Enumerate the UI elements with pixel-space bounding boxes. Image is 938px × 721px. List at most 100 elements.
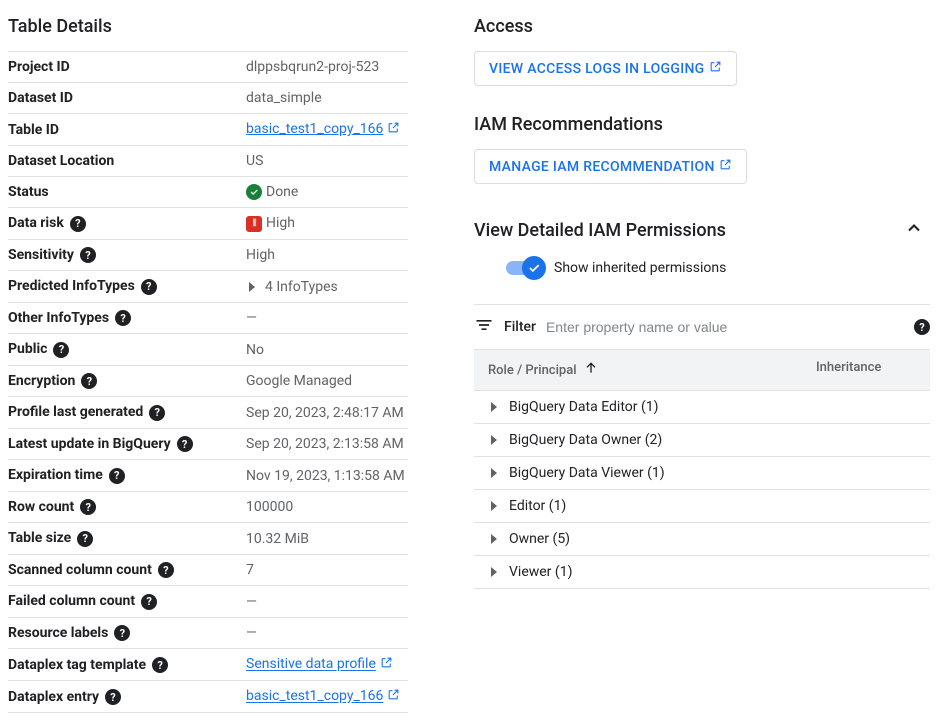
dataset-location-label: Dataset Location [8,153,114,169]
expand-icon[interactable] [491,501,497,511]
help-icon[interactable]: ? [77,531,93,547]
expand-icon[interactable] [491,402,497,412]
other-infotypes-value: — [246,310,257,326]
encryption-value: Google Managed [246,373,352,389]
profile-last-generated-value: Sep 20, 2023, 2:48:17 AM [246,405,404,421]
help-icon[interactable]: ? [105,689,121,705]
expand-icon[interactable] [491,567,497,577]
sensitivity-label: Sensitivity [8,247,74,263]
external-link-icon [387,688,400,705]
role-name: BigQuery Data Viewer (1) [509,465,665,481]
help-icon[interactable]: ? [149,405,165,421]
role-name: Editor (1) [509,498,566,514]
data-risk-label: Data risk [8,215,64,231]
expand-icon[interactable] [491,435,497,445]
filter-input[interactable] [546,319,898,335]
status-label: Status [8,184,49,200]
expiration-time-value: Nov 19, 2023, 1:13:58 AM [246,468,405,484]
dataplex-tag-template-link[interactable]: Sensitive data profile [246,657,376,673]
access-heading: Access [474,16,930,37]
dataset-location-value: US [246,153,263,169]
manage-iam-recommendation-button[interactable]: MANAGE IAM RECOMMENDATION [474,149,747,184]
status-value: Done [266,184,298,200]
roles-table-header: Role / Principal Inheritance [474,349,930,391]
help-icon[interactable]: ? [914,319,930,335]
resource-labels-label: Resource labels [8,625,108,641]
help-icon[interactable]: ? [81,373,97,389]
table-details-heading: Table Details [8,16,408,37]
other-infotypes-label: Other InfoTypes [8,310,109,326]
latest-update-bq-label: Latest update in BigQuery [8,436,171,452]
data-risk-value: High [266,215,295,231]
row-count-label: Row count [8,499,74,515]
help-icon[interactable]: ? [53,342,69,358]
dataset-id-label: Dataset ID [8,90,73,106]
external-link-icon [387,121,400,138]
help-icon[interactable]: ? [80,499,96,515]
iam-recommendations-heading: IAM Recommendations [474,114,930,135]
help-icon[interactable]: ? [80,247,96,263]
table-details-table: Project ID dlppsbqrun2-proj-523 Dataset … [8,51,408,713]
latest-update-bq-value: Sep 20, 2023, 2:13:58 AM [246,436,404,452]
help-icon[interactable]: ? [141,594,157,610]
encryption-label: Encryption [8,373,75,389]
help-icon[interactable]: ? [141,279,157,295]
toggle-thumb [522,256,546,280]
resource-labels-value: — [246,625,257,641]
chevron-up-icon[interactable] [898,212,930,248]
sort-ascending-icon[interactable] [583,360,599,380]
external-link-icon [719,158,732,175]
failed-column-count-value: — [246,594,257,610]
predicted-infotypes-value: 4 InfoTypes [265,279,338,295]
help-icon[interactable]: ? [114,625,130,641]
role-name: BigQuery Data Editor (1) [509,399,659,415]
inheritance-column-header[interactable]: Inheritance [816,360,881,375]
table-size-label: Table size [8,530,71,546]
dataplex-entry-label: Dataplex entry [8,689,99,705]
scanned-column-count-value: 7 [246,562,254,578]
help-icon[interactable]: ? [177,436,193,452]
check-circle-icon [246,184,262,200]
role-row[interactable]: BigQuery Data Owner (2) [474,424,930,457]
expand-icon[interactable] [491,468,497,478]
role-row[interactable]: Editor (1) [474,490,930,523]
external-link-icon [709,60,722,77]
roles-list: BigQuery Data Editor (1) BigQuery Data O… [474,391,930,589]
view-detailed-iam-heading: View Detailed IAM Permissions [474,220,726,241]
expand-icon[interactable] [249,282,255,292]
role-name: BigQuery Data Owner (2) [509,432,662,448]
dataplex-entry-link[interactable]: basic_test1_copy_166 [246,689,383,705]
role-row[interactable]: BigQuery Data Editor (1) [474,391,930,424]
sensitivity-value: High [246,247,275,263]
view-access-logs-label: VIEW ACCESS LOGS IN LOGGING [489,61,705,77]
role-name: Owner (5) [509,531,570,547]
help-icon[interactable]: ? [115,310,131,326]
role-row[interactable]: BigQuery Data Viewer (1) [474,457,930,490]
help-icon[interactable]: ? [158,562,174,578]
show-inherited-toggle[interactable] [506,261,542,275]
project-id-value: dlppsbqrun2-proj-523 [246,59,379,75]
predicted-infotypes-label: Predicted InfoTypes [8,278,135,294]
role-row[interactable]: Owner (5) [474,523,930,556]
failed-column-count-label: Failed column count [8,593,135,609]
role-column-header[interactable]: Role / Principal [488,363,577,378]
table-id-link[interactable]: basic_test1_copy_166 [246,121,383,137]
role-row[interactable]: Viewer (1) [474,556,930,589]
table-size-value: 10.32 MiB [246,531,309,547]
dataset-id-value: data_simple [246,90,322,106]
filter-icon [474,315,494,339]
help-icon[interactable]: ? [152,657,168,673]
help-icon[interactable]: ? [109,468,125,484]
filter-label: Filter [504,319,536,335]
dataplex-tag-template-label: Dataplex tag template [8,657,146,673]
role-name: Viewer (1) [509,564,572,580]
profile-last-generated-label: Profile last generated [8,404,143,420]
risk-high-icon: ||| [246,216,262,232]
external-link-icon [380,656,393,673]
help-icon[interactable]: ? [70,216,86,232]
view-access-logs-button[interactable]: VIEW ACCESS LOGS IN LOGGING [474,51,737,86]
project-id-label: Project ID [8,59,70,75]
public-label: Public [8,341,47,357]
expand-icon[interactable] [491,534,497,544]
manage-iam-recommendation-label: MANAGE IAM RECOMMENDATION [489,159,715,175]
